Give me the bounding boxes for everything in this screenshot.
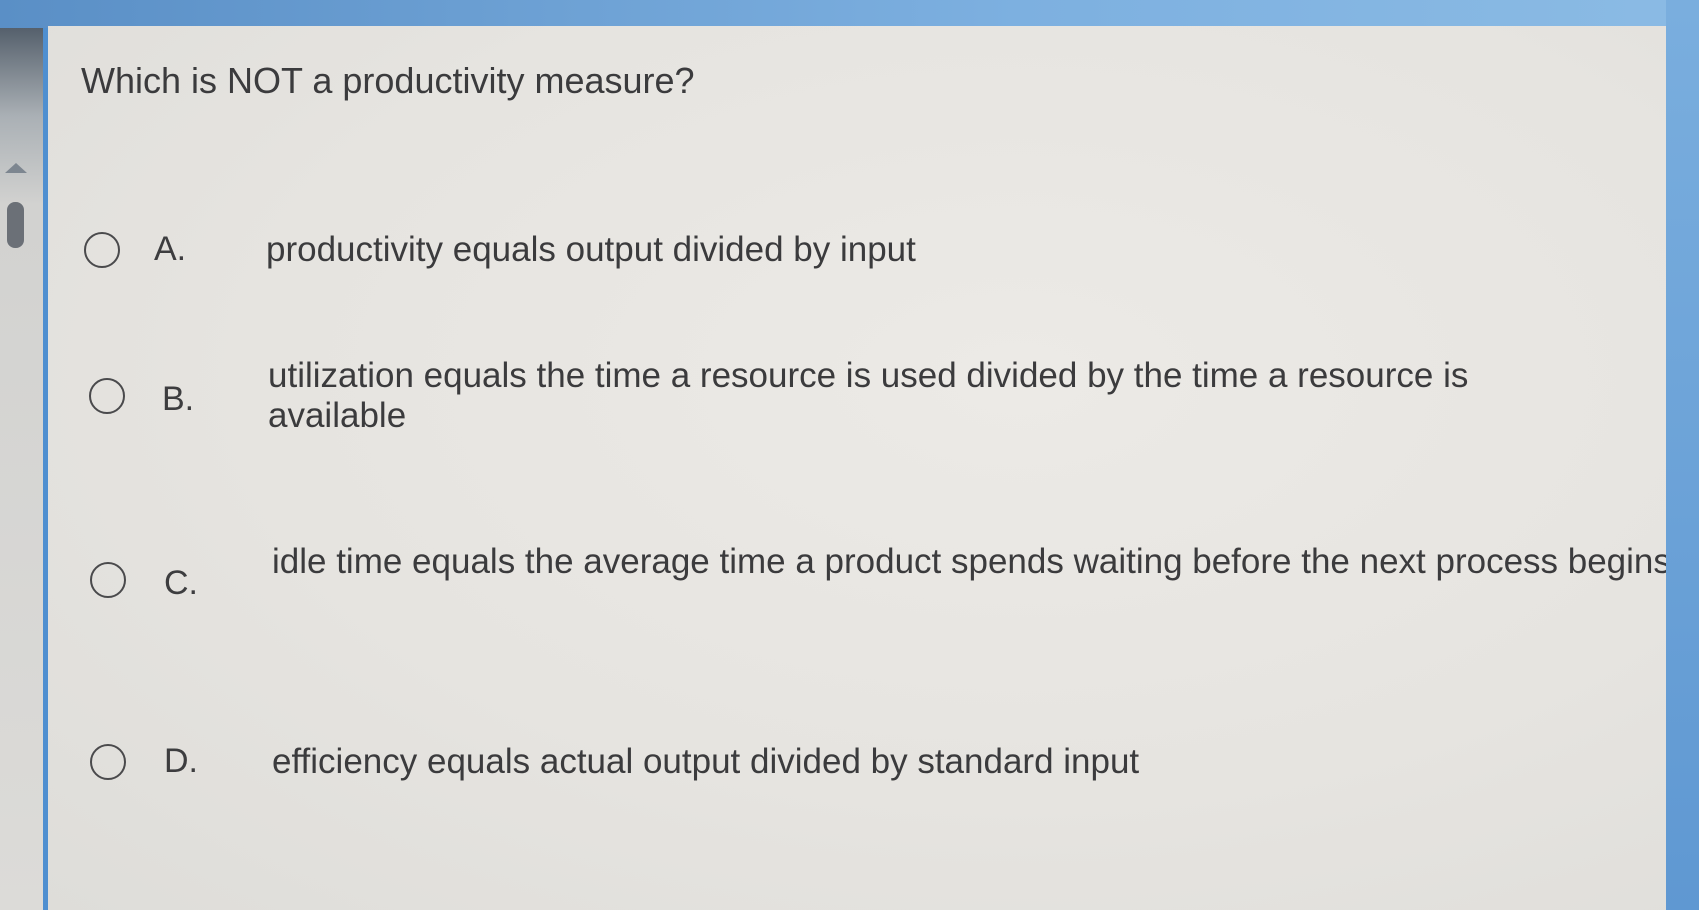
option-text: idle time equals the average time a prod…: [272, 542, 1671, 581]
option-text: efficiency equals actual output divided …: [272, 742, 1140, 781]
option-c[interactable]: C. idle time equals the average time a p…: [84, 540, 1671, 630]
window-top-bar: [0, 0, 1699, 28]
scrollbar-track[interactable]: [0, 28, 46, 910]
question-panel: Which is NOT a productivity measure? A. …: [48, 26, 1671, 910]
option-letter: A.: [154, 230, 187, 268]
radio-circle-icon[interactable]: [90, 744, 126, 780]
radio-circle-icon[interactable]: [89, 378, 125, 414]
option-letter: C.: [164, 564, 198, 602]
option-b[interactable]: B. utilization equals the time a resourc…: [84, 356, 1644, 446]
option-letter: D.: [164, 742, 198, 780]
scrollbar-thumb[interactable]: [7, 202, 24, 248]
window-frame: Which is NOT a productivity measure? A. …: [0, 0, 1699, 910]
option-letter: B.: [162, 380, 195, 418]
radio-circle-icon[interactable]: [84, 232, 120, 268]
window-right-edge: [1666, 0, 1699, 910]
scroll-up-arrow-icon[interactable]: [5, 163, 27, 173]
option-a[interactable]: A. productivity equals output divided by…: [84, 224, 1644, 314]
option-text: utilization equals the time a resource i…: [268, 356, 1469, 435]
question-text: Which is NOT a productivity measure?: [81, 60, 695, 101]
radio-circle-icon[interactable]: [90, 562, 126, 598]
option-d[interactable]: D. efficiency equals actual output divid…: [84, 736, 1644, 826]
option-text: productivity equals output divided by in…: [266, 230, 916, 269]
